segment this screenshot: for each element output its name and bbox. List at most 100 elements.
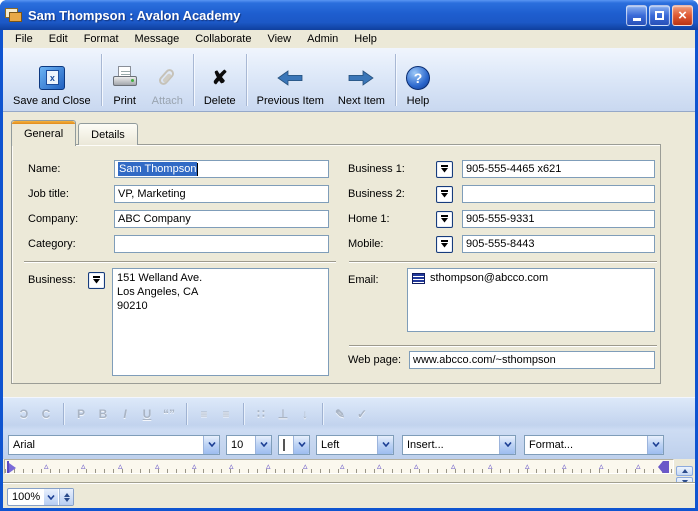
home1-field[interactable]: 905-555-9331 — [462, 210, 655, 228]
italic-icon[interactable]: I — [114, 407, 136, 421]
tab-details[interactable]: Details — [78, 123, 138, 145]
toolbar-separator — [101, 54, 102, 106]
arrow-right-icon — [348, 63, 374, 93]
menu-message[interactable]: Message — [127, 31, 188, 47]
menu-bar: File Edit Format Message Collaborate Vie… — [3, 30, 695, 48]
left-indent-marker-icon[interactable] — [7, 461, 17, 473]
tab-stops-icon[interactable]: ∷ — [250, 407, 272, 421]
zoom-spinner[interactable] — [59, 489, 73, 505]
business2-type-dropdown-button[interactable] — [436, 186, 453, 203]
previous-item-button[interactable]: Previous Item — [250, 51, 331, 109]
status-bar: 100% — [3, 482, 695, 508]
pen-icon[interactable]: ✎ — [329, 407, 351, 421]
contact-card-icon — [5, 7, 23, 23]
color-swatch — [283, 439, 285, 451]
menu-help[interactable]: Help — [346, 31, 385, 47]
arrow-down-icon — [64, 498, 70, 502]
tab-general[interactable]: General — [11, 120, 76, 146]
next-item-button[interactable]: Next Item — [331, 51, 392, 109]
menu-admin[interactable]: Admin — [299, 31, 346, 47]
name-label: Name: — [28, 163, 114, 175]
chevron-down-icon — [499, 436, 515, 454]
job-title-label: Job title: — [28, 188, 114, 200]
category-label: Category: — [28, 238, 114, 250]
close-button[interactable]: × — [672, 5, 693, 26]
minimize-button[interactable] — [626, 5, 647, 26]
paperclip-icon — [156, 63, 178, 93]
business1-label: Business 1: — [348, 163, 436, 175]
menu-collaborate[interactable]: Collaborate — [187, 31, 259, 47]
insert-select[interactable]: Insert... — [402, 435, 516, 455]
business2-field[interactable] — [462, 185, 655, 203]
scroll-up-button[interactable] — [676, 466, 693, 476]
margins-icon[interactable]: ⊥ — [272, 407, 294, 421]
menu-edit[interactable]: Edit — [41, 31, 76, 47]
toolbar-separator — [186, 403, 187, 425]
mobile-type-dropdown-button[interactable] — [436, 236, 453, 253]
section-divider — [24, 261, 336, 263]
window-client-area: File Edit Format Message Collaborate Vie… — [3, 30, 695, 508]
email-label-row: Email: — [348, 271, 379, 289]
font-color-select[interactable] — [278, 435, 310, 455]
zoom-value: 100% — [8, 491, 44, 503]
business1-type-dropdown-button[interactable] — [436, 161, 453, 178]
spell-check-icon[interactable]: ✓ — [351, 407, 373, 421]
help-button[interactable]: ? Help — [399, 51, 437, 109]
contact-window: Sam Thompson : Avalon Academy × File Edi… — [0, 0, 698, 511]
company-field[interactable]: ABC Company — [114, 210, 329, 228]
underline-icon[interactable]: U — [136, 407, 158, 421]
bold-icon[interactable]: B — [92, 407, 114, 421]
chevron-down-icon[interactable] — [44, 489, 58, 505]
menu-view[interactable]: View — [259, 31, 299, 47]
undo-icon[interactable]: Ɔ — [13, 407, 35, 421]
email-list-field[interactable]: sthompson@abcco.com — [407, 268, 655, 332]
job-title-field[interactable]: VP, Marketing — [114, 185, 329, 203]
mobile-field[interactable]: 905-555-8443 — [462, 235, 655, 253]
dropdown-arrow-icon — [440, 165, 449, 173]
maximize-button[interactable] — [649, 5, 670, 26]
alignment-select[interactable]: Left — [316, 435, 394, 455]
name-field[interactable]: Sam Thompson — [114, 160, 329, 178]
toolbar-separator — [395, 54, 396, 106]
zoom-control[interactable]: 100% — [7, 488, 74, 506]
indent-icon[interactable]: ≡ — [215, 407, 237, 421]
business-address-field[interactable]: 151 Welland Ave. Los Angeles, CA 90210 — [112, 268, 329, 376]
menu-format[interactable]: Format — [76, 31, 127, 47]
address-type-dropdown-button[interactable] — [88, 272, 105, 289]
help-question-icon: ? — [406, 63, 430, 93]
print-button[interactable]: Print — [105, 51, 145, 109]
toolbar-separator — [246, 54, 247, 106]
maximize-icon — [655, 11, 664, 20]
font-family-select[interactable]: Arial — [8, 435, 220, 455]
job-title-row: Job title: VP, Marketing — [28, 185, 329, 203]
format-select[interactable]: Format... — [524, 435, 664, 455]
tab-strip: General Details — [11, 119, 138, 145]
save-and-close-button[interactable]: x Save and Close — [6, 51, 98, 109]
paragraph-icon[interactable]: P — [70, 407, 92, 421]
menu-file[interactable]: File — [7, 31, 41, 47]
business1-field[interactable]: 905-555-4465 x621 — [462, 160, 655, 178]
redo-icon[interactable]: C — [35, 407, 57, 421]
right-margin-marker-icon[interactable] — [658, 461, 669, 473]
ruler[interactable]: ▵▵▵▵▵▵▵▵▵▵▵▵▵▵▵▵▵ — [4, 459, 674, 474]
delete-button[interactable]: ✘ Delete — [197, 51, 243, 109]
dropdown-arrow-icon — [440, 190, 449, 198]
email-item-icon — [412, 273, 425, 284]
outdent-icon[interactable]: ≡ — [193, 407, 215, 421]
font-size-select[interactable]: 10 — [226, 435, 272, 455]
category-row: Category: — [28, 235, 329, 253]
save-close-icon: x — [39, 63, 65, 93]
attach-button[interactable]: Attach — [145, 51, 190, 109]
titlebar[interactable]: Sam Thompson : Avalon Academy × — [0, 0, 698, 30]
section-divider — [349, 261, 657, 263]
quotes-icon[interactable]: “” — [158, 407, 180, 421]
mobile-label: Mobile: — [348, 238, 436, 250]
home1-type-dropdown-button[interactable] — [436, 211, 453, 228]
category-field[interactable] — [114, 235, 329, 253]
web-page-field[interactable]: www.abcco.com/~sthompson — [409, 351, 655, 369]
name-row: Name: Sam Thompson — [28, 160, 329, 178]
main-toolbar: x Save and Close Print Attach ✘ Delet — [3, 48, 695, 112]
business1-row: Business 1: 905-555-4465 x621 — [348, 160, 655, 178]
font-toolbar: Arial 10 Left Insert... Format... — [3, 430, 695, 459]
line-spacing-icon[interactable]: ↓ — [294, 407, 316, 421]
